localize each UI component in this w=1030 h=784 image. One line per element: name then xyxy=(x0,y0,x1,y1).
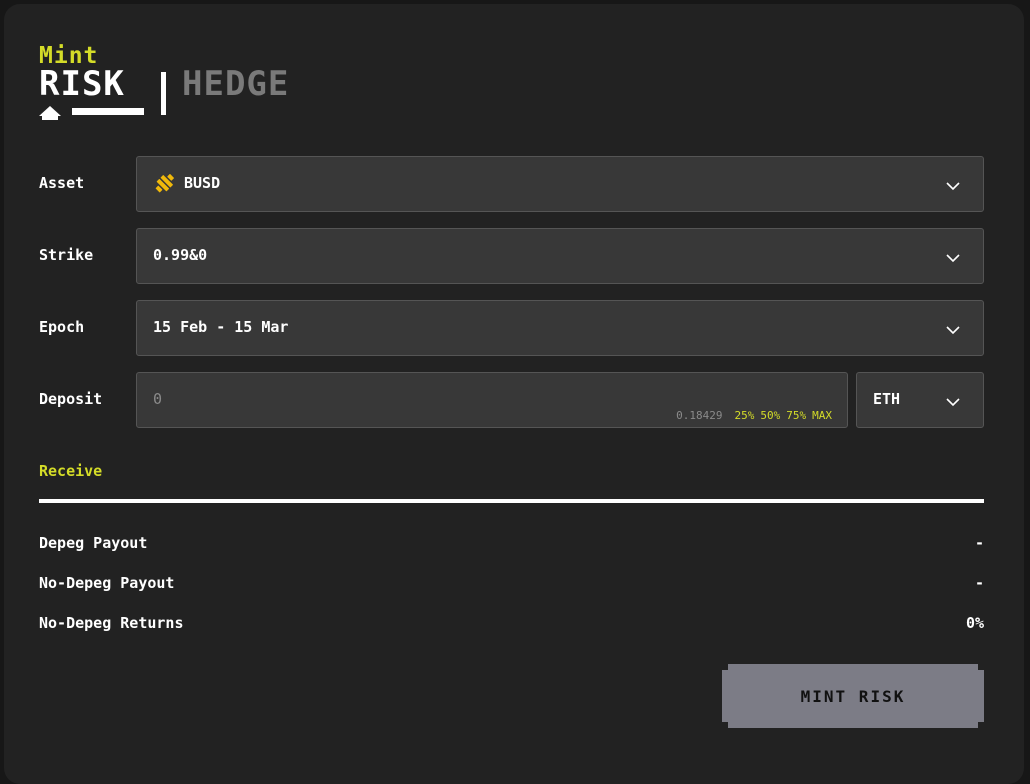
active-tab-indicator xyxy=(39,106,145,120)
tab-hedge[interactable]: HEDGE xyxy=(182,66,289,102)
no-depeg-payout-value: - xyxy=(974,574,984,592)
strike-value: 0.99&0 xyxy=(153,246,208,264)
chevron-down-icon xyxy=(945,393,961,412)
wallet-balance: 0.18429 xyxy=(676,409,723,422)
deposit-balance-row: 0.18429 25% 50% 75% MAX xyxy=(676,409,832,422)
quick-25-button[interactable]: 25% xyxy=(735,409,755,422)
chevron-down-icon xyxy=(945,321,961,340)
no-depeg-payout-label: No-Depeg Payout xyxy=(39,574,175,592)
quick-75-button[interactable]: 75% xyxy=(786,409,806,422)
receive-divider xyxy=(39,499,984,503)
deposit-field: 0.18429 25% 50% 75% MAX xyxy=(136,372,848,428)
asset-label: Asset xyxy=(39,174,85,192)
epoch-select[interactable]: 15 Feb - 15 Mar xyxy=(136,300,984,356)
no-depeg-returns-label: No-Depeg Returns xyxy=(39,614,184,632)
strike-label: Strike xyxy=(39,246,94,264)
deposit-input[interactable] xyxy=(153,387,553,411)
asset-value: BUSD xyxy=(184,174,221,192)
tab-divider xyxy=(161,72,166,115)
chevron-down-icon xyxy=(945,249,961,268)
epoch-label: Epoch xyxy=(39,318,85,336)
deposit-token-select[interactable]: ETH xyxy=(856,372,984,428)
epoch-value: 15 Feb - 15 Mar xyxy=(153,318,289,336)
quick-50-button[interactable]: 50% xyxy=(760,409,780,422)
depeg-payout-label: Depeg Payout xyxy=(39,534,148,552)
up-arrow-icon xyxy=(39,106,61,116)
tab-risk[interactable]: RISK xyxy=(39,66,125,102)
depeg-payout-value: - xyxy=(974,534,984,552)
strike-select[interactable]: 0.99&0 xyxy=(136,228,984,284)
busd-icon xyxy=(153,171,177,199)
deposit-label: Deposit xyxy=(39,390,103,408)
receive-heading: Receive xyxy=(39,462,103,480)
asset-select[interactable]: BUSD xyxy=(136,156,984,212)
quick-max-button[interactable]: MAX xyxy=(812,409,832,422)
chevron-down-icon xyxy=(945,177,961,196)
deposit-token-value: ETH xyxy=(873,390,901,408)
mint-risk-button[interactable]: MINT RISK xyxy=(722,664,984,728)
no-depeg-returns-value: 0% xyxy=(965,614,984,632)
